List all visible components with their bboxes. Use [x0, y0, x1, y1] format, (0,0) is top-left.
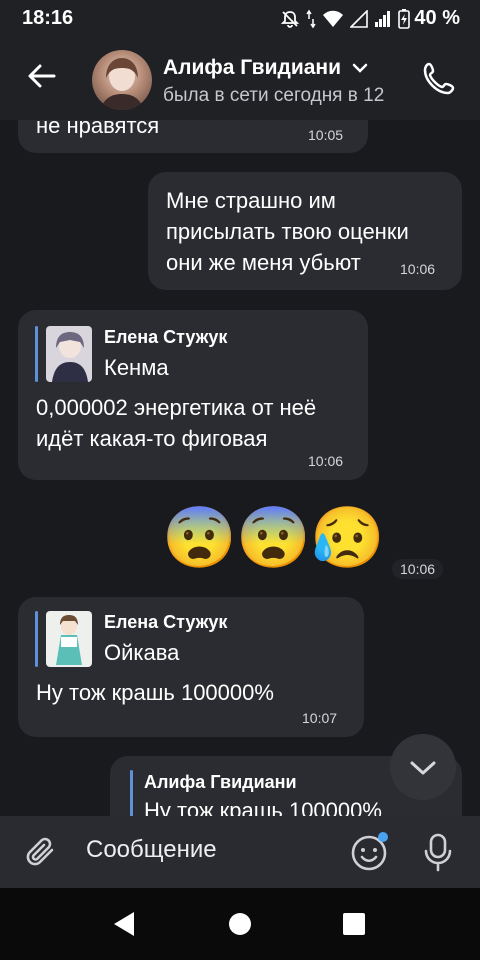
fearful-face-emoji: 😨: [236, 504, 311, 571]
status-bar: 18:16 40 %: [0, 0, 480, 36]
wifi-icon: [323, 10, 343, 27]
system-nav-bar: [0, 888, 480, 960]
data-arrows-icon: [306, 9, 316, 29]
reply-thumbnail: [46, 611, 92, 667]
reply-text: Ну тож крашь 100000%: [144, 798, 382, 816]
chat-header: Алифа Гвидиани была в сети сегодня в 12: [0, 36, 480, 120]
chevron-down-icon[interactable]: [351, 62, 369, 74]
chevron-down-icon: [410, 761, 436, 775]
message-text: не нравятся: [36, 120, 160, 138]
battery-charging-icon: [398, 9, 410, 29]
message-text-line: присылать твою оценки: [166, 219, 409, 244]
status-icons: [280, 9, 410, 29]
signal-icon: [375, 11, 390, 27]
sad-relieved-face-emoji: 😥: [310, 504, 385, 571]
home-circle-icon[interactable]: [222, 906, 258, 942]
message-time: 10:07: [302, 710, 338, 726]
reply-quote-bar: [35, 611, 38, 667]
message-text: Ну тож крашь 100000%: [36, 680, 274, 705]
reply-author: Елена Стужук: [104, 327, 228, 347]
back-arrow-icon[interactable]: [24, 58, 60, 94]
reply-quote-bar: [130, 770, 133, 816]
reply-author: Елена Стужук: [104, 612, 228, 632]
message-time: 10:06: [392, 559, 444, 579]
reply-quote-bar: [35, 326, 38, 382]
reply-text: Ойкава: [104, 640, 180, 665]
message-time: 10:05: [308, 127, 344, 143]
reply-author: Алифа Гвидиани: [144, 772, 297, 792]
recents-square-icon[interactable]: [336, 906, 372, 942]
avatar[interactable]: [92, 50, 152, 110]
message-time: 10:06: [308, 453, 344, 469]
reply-thumbnail: [46, 326, 92, 382]
message-text-line: они же меня убьют: [166, 250, 361, 275]
mute-bell-icon: [280, 11, 300, 28]
battery-percent: 40 %: [414, 7, 460, 29]
paperclip-icon[interactable]: [24, 834, 60, 870]
message-bubble-incoming[interactable]: Елена Стужук Кенма 0,000002 энергетика о…: [18, 310, 368, 480]
message-time: 10:06: [400, 261, 436, 277]
fearful-face-emoji: 😨: [162, 504, 237, 571]
message-list[interactable]: не нравятся 10:05 Мне страшно им присыла…: [0, 120, 480, 816]
status-time: 18:16: [22, 7, 74, 29]
message-input-bar: Сообщение: [0, 816, 480, 888]
contact-name[interactable]: Алифа Гвидиани: [163, 56, 369, 80]
avatar-portrait: [100, 58, 144, 110]
back-triangle-icon[interactable]: [106, 906, 142, 942]
message-text-line: Мне страшно им: [166, 188, 336, 213]
message-bubble-outgoing[interactable]: Мне страшно им присылать твою оценки они…: [148, 172, 462, 290]
message-bubble-incoming[interactable]: Елена Стужук Ойкава Ну тож крашь 100000%…: [18, 597, 364, 737]
signal-empty-icon: [350, 10, 368, 28]
phone-icon[interactable]: [420, 58, 460, 98]
microphone-icon[interactable]: [420, 832, 456, 872]
emoji-smile-icon[interactable]: [350, 832, 390, 872]
message-text-line: идёт какая-то фиговая: [36, 426, 268, 451]
scroll-down-button[interactable]: [390, 734, 456, 800]
message-bubble-incoming[interactable]: не нравятся 10:05: [18, 120, 368, 153]
message-text-line: 0,000002 энергетика от неё: [36, 395, 317, 420]
last-seen-status: была в сети сегодня в 12: [163, 85, 385, 106]
message-input[interactable]: Сообщение: [86, 836, 217, 864]
reply-text: Кенма: [104, 355, 169, 380]
